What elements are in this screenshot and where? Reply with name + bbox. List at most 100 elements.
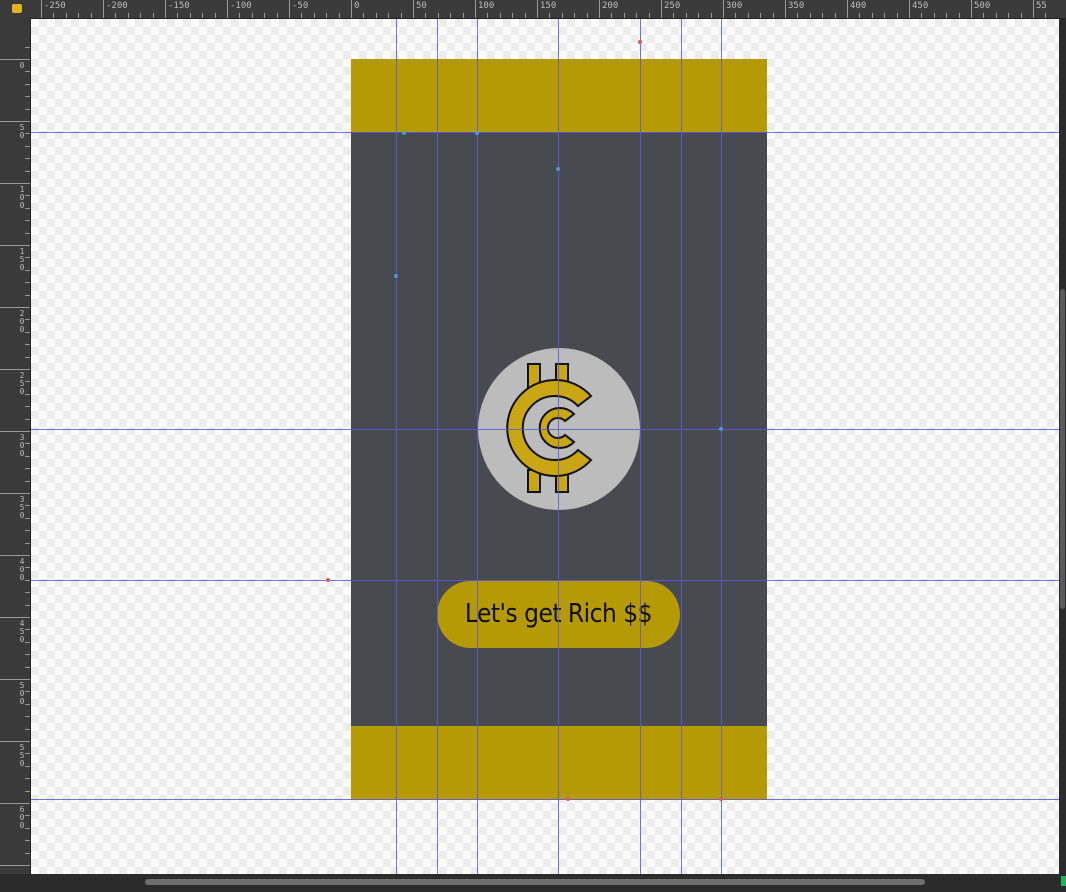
ruler-tick [1033, 0, 1034, 18]
ruler-label: 400 [19, 557, 25, 582]
ruler-tick [673, 13, 675, 18]
ruler-tick [623, 13, 625, 18]
top-app-bar[interactable] [351, 59, 767, 132]
snap-point[interactable] [326, 578, 330, 582]
ruler-tick [25, 716, 30, 718]
ruler-tick [264, 13, 266, 18]
ruler-tick [896, 13, 898, 18]
ruler-tick [90, 13, 92, 18]
ruler-tick [909, 0, 910, 18]
guide-vertical[interactable] [681, 19, 682, 874]
ruler-left[interactable]: 0 50 100 150 200 250 300 350 400 450 500 550 600 [0, 18, 31, 874]
ruler-tick [177, 13, 179, 18]
ruler-tick [462, 13, 464, 18]
ruler-corner[interactable] [0, 0, 30, 18]
guide-horizontal[interactable] [31, 580, 1059, 581]
ruler-tick [487, 13, 489, 18]
snap-point[interactable] [556, 167, 560, 171]
ruler-tick [809, 13, 811, 18]
ruler-label: 250 [19, 371, 25, 396]
ruler-tick [25, 542, 30, 544]
ruler-tick [25, 418, 30, 420]
ruler-label: 350 [19, 495, 25, 520]
ruler-tick [25, 530, 30, 532]
ruler-tick [611, 13, 613, 18]
ruler-tick [0, 59, 30, 60]
guide-horizontal[interactable] [31, 132, 1059, 133]
horizontal-scrollbar[interactable] [0, 874, 1066, 892]
snap-point[interactable] [719, 427, 723, 431]
ruler-tick [0, 369, 30, 370]
ruler-tick [25, 356, 30, 358]
ruler-tick [1045, 13, 1047, 18]
ruler-tick [25, 604, 30, 606]
snap-point[interactable] [475, 131, 479, 135]
vertical-scrollbar[interactable] [1059, 19, 1066, 874]
ruler-tick [661, 0, 662, 18]
ruler-tick [549, 13, 551, 18]
ruler-tick [437, 13, 439, 18]
ruler-tick [115, 13, 117, 18]
ruler-label: 55 [1036, 1, 1047, 11]
snap-point[interactable] [394, 274, 398, 278]
vertical-scroll-thumb[interactable] [1060, 289, 1065, 609]
ruler-tick [25, 344, 30, 346]
ruler-tick [983, 13, 985, 18]
ruler-tick [524, 13, 526, 18]
ruler-top[interactable]: -250 -200 -150 -100 -50 0 50 100 150 200 250 300 350… [0, 0, 1066, 19]
ruler-tick [41, 0, 42, 18]
guide-vertical[interactable] [477, 19, 478, 874]
ruler-tick [747, 13, 749, 18]
ruler-label: 300 [726, 1, 743, 11]
bottom-bar[interactable] [351, 726, 767, 800]
ruler-tick [65, 13, 67, 18]
horizontal-scroll-thumb[interactable] [145, 879, 925, 885]
ruler-tick [25, 158, 30, 160]
ruler-tick [0, 245, 30, 246]
ruler-tick [25, 83, 30, 85]
ruler-tick [53, 13, 55, 18]
ruler-tick [214, 13, 216, 18]
guide-vertical[interactable] [721, 19, 722, 874]
ruler-tick [25, 145, 30, 147]
ruler-tick [351, 0, 352, 18]
guide-vertical[interactable] [396, 19, 397, 874]
snap-point[interactable] [402, 131, 406, 135]
lock-icon[interactable] [12, 4, 22, 13]
ruler-label: 100 [478, 1, 495, 11]
ruler-tick [400, 13, 402, 18]
guide-vertical[interactable] [558, 19, 559, 874]
ruler-tick [25, 480, 30, 482]
ruler-tick [636, 13, 638, 18]
ruler-tick [847, 0, 848, 18]
ruler-tick [78, 13, 80, 18]
ruler-label: 150 [540, 1, 557, 11]
ruler-tick [363, 13, 365, 18]
ruler-tick [512, 13, 514, 18]
ruler-tick [375, 13, 377, 18]
status-indicator [1061, 876, 1066, 886]
ruler-tick [859, 13, 861, 18]
ruler-tick [289, 0, 290, 18]
guide-vertical[interactable] [437, 19, 438, 874]
ruler-tick [499, 13, 501, 18]
ruler-tick [165, 0, 166, 18]
ruler-tick [0, 617, 30, 618]
ruler-tick [772, 13, 774, 18]
snap-point[interactable] [566, 797, 570, 801]
snap-point[interactable] [719, 797, 723, 801]
guide-horizontal[interactable] [31, 799, 1059, 800]
guide-horizontal[interactable] [31, 429, 1059, 430]
ruler-tick [1020, 13, 1022, 18]
ruler-tick [735, 13, 737, 18]
ruler-label: 50 [19, 123, 25, 140]
ruler-tick [276, 13, 278, 18]
ruler-tick [648, 13, 650, 18]
ruler-label: -50 [292, 1, 309, 11]
ruler-tick [25, 654, 30, 656]
ruler-label: -100 [230, 1, 252, 11]
snap-point[interactable] [638, 40, 642, 44]
ruler-tick [25, 71, 30, 73]
guide-vertical[interactable] [640, 19, 641, 874]
ruler-tick [25, 170, 30, 172]
